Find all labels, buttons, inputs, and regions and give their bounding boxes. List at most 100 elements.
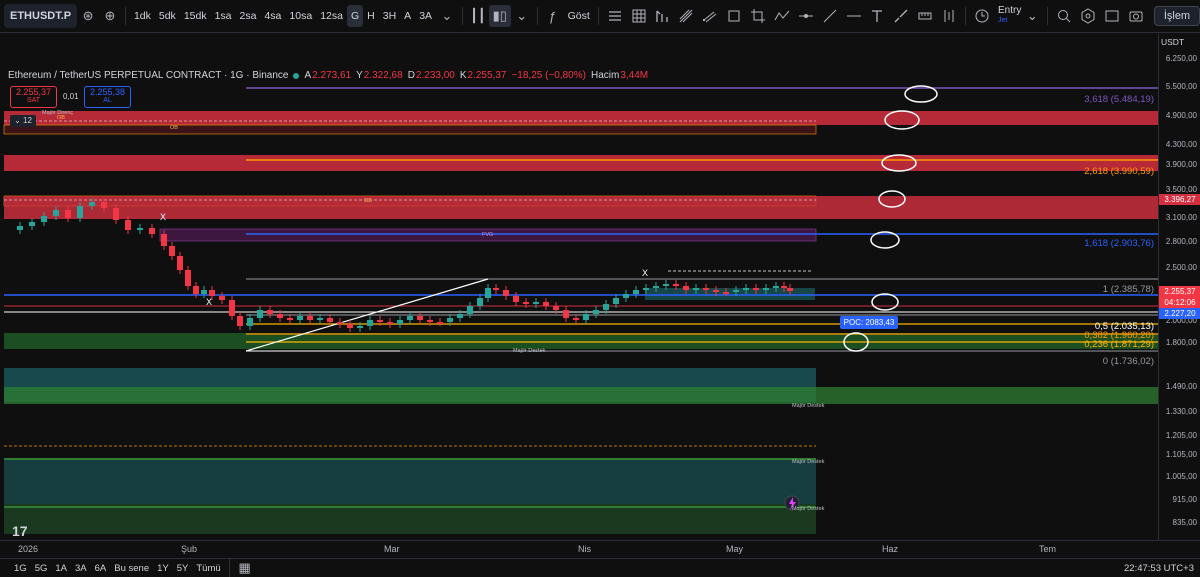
channel-icon[interactable] bbox=[698, 4, 722, 28]
tf-h[interactable]: H bbox=[363, 5, 379, 27]
range-1a[interactable]: 1A bbox=[51, 563, 71, 574]
time-label: 2026 bbox=[18, 544, 39, 554]
crop-icon[interactable] bbox=[746, 4, 770, 28]
candles-icon[interactable]: ▮▯ bbox=[488, 5, 511, 27]
settings-icon[interactable] bbox=[1076, 4, 1100, 28]
tf-g[interactable]: G bbox=[346, 5, 364, 27]
price-label: 1.205,00 bbox=[1165, 431, 1197, 440]
zone-label-ob: OB bbox=[364, 198, 372, 204]
annotation-circle bbox=[871, 293, 899, 311]
bar-chart-icon[interactable]: ┃┃ bbox=[467, 5, 489, 27]
fib-label-0: 0 (1.736,02) bbox=[1102, 356, 1154, 367]
symbol-title[interactable]: Ethereum / TetherUS PERPETUAL CONTRACT ·… bbox=[8, 70, 288, 81]
buy-button[interactable]: 2.255,38 AL bbox=[84, 86, 131, 108]
candle-body bbox=[753, 288, 759, 290]
tf-3a[interactable]: 3A bbox=[415, 5, 436, 27]
candle-body bbox=[713, 290, 719, 292]
range-3a[interactable]: 3A bbox=[71, 563, 91, 574]
range-5g[interactable]: 5G bbox=[31, 563, 52, 574]
pitchfork-icon[interactable] bbox=[674, 4, 698, 28]
candle-body bbox=[523, 302, 529, 304]
range-5y[interactable]: 5Y bbox=[173, 563, 193, 574]
chevron-down-icon[interactable]: ⌄ bbox=[436, 5, 458, 27]
tf-3h[interactable]: 3H bbox=[379, 5, 400, 27]
rectangle-icon[interactable] bbox=[722, 4, 746, 28]
range-1y[interactable]: 1Y bbox=[153, 563, 173, 574]
text-icon[interactable] bbox=[866, 4, 890, 28]
tf-1dk[interactable]: 1dk bbox=[130, 5, 155, 27]
tf-a[interactable]: A bbox=[400, 5, 415, 27]
path-icon[interactable] bbox=[770, 4, 794, 28]
currency-selector[interactable]: USDT bbox=[1161, 37, 1184, 47]
fib-label-2618: 2,618 (3.990,59) bbox=[1084, 166, 1154, 177]
camera-icon[interactable] bbox=[1124, 4, 1148, 28]
ray-icon[interactable] bbox=[842, 4, 866, 28]
measure-icon[interactable] bbox=[913, 4, 937, 28]
fullscreen-icon[interactable] bbox=[1100, 4, 1124, 28]
add-symbol-icon[interactable]: ⊕ bbox=[99, 5, 121, 27]
swing-x-label: X bbox=[642, 268, 649, 278]
tf-15dk[interactable]: 15dk bbox=[180, 5, 211, 27]
time-axis[interactable]: 2026 Şub Mar Nis May Haz Tem bbox=[0, 540, 1200, 558]
candle-body bbox=[787, 288, 793, 291]
search-icon[interactable] bbox=[1052, 4, 1076, 28]
range-ytd[interactable]: Bu sene bbox=[110, 563, 153, 574]
chevron-down-icon[interactable]: ⌄ bbox=[511, 5, 533, 27]
tf-12sa[interactable]: 12sa bbox=[316, 5, 347, 27]
major-support-zone-2 bbox=[4, 387, 1158, 404]
tf-10sa[interactable]: 10sa bbox=[285, 5, 316, 27]
candle-body bbox=[209, 290, 215, 296]
indicators-button[interactable]: Göst bbox=[564, 5, 594, 27]
price-label: 2.500,00 bbox=[1165, 263, 1197, 272]
ob-zone-top bbox=[3, 124, 817, 135]
chart-pane[interactable]: Ethereum / TetherUS PERPETUAL CONTRACT ·… bbox=[0, 34, 1158, 540]
anchored-vwap-icon[interactable] bbox=[937, 4, 961, 28]
sell-button[interactable]: 2.255,37 SAT bbox=[10, 86, 57, 108]
candle-body bbox=[763, 288, 769, 290]
price-label: 3.900,00 bbox=[1165, 160, 1197, 169]
trade-button[interactable]: İşlem bbox=[1153, 6, 1200, 26]
tf-1sa[interactable]: 1sa bbox=[211, 5, 236, 27]
range-1g[interactable]: 1G bbox=[10, 563, 31, 574]
symbol-search[interactable]: ETHUSDT.P bbox=[4, 4, 78, 28]
replay-icon[interactable] bbox=[970, 4, 994, 28]
low-value: 2.233,00 bbox=[415, 70, 455, 81]
tf-4sa[interactable]: 4sa bbox=[260, 5, 285, 27]
tf-2sa[interactable]: 2sa bbox=[236, 5, 261, 27]
horizontal-line-icon[interactable] bbox=[794, 4, 818, 28]
time-label: Tem bbox=[1039, 544, 1057, 554]
grid-icon[interactable] bbox=[627, 4, 651, 28]
high-value: 2.322,68 bbox=[363, 70, 403, 81]
tradingview-logo[interactable]: 17 bbox=[12, 523, 28, 539]
candle-body bbox=[743, 288, 749, 290]
candle-body bbox=[603, 304, 609, 310]
time-label: May bbox=[726, 544, 744, 554]
entry-button[interactable]: Entry Jet bbox=[998, 6, 1021, 26]
range-all[interactable]: Tümü bbox=[192, 563, 224, 574]
tf-5dk[interactable]: 5dk bbox=[155, 5, 180, 27]
chevron-down-icon[interactable]: ⌄ bbox=[1021, 5, 1043, 27]
long-position-icon[interactable] bbox=[651, 4, 675, 28]
candle-body bbox=[125, 220, 131, 230]
candle-body bbox=[327, 318, 333, 322]
price-label: 1.005,00 bbox=[1165, 472, 1197, 481]
candle-body bbox=[533, 302, 539, 304]
chart-canvas[interactable] bbox=[0, 34, 1158, 540]
price-axis[interactable]: USDT 6.250,00 5.500,00 4.900,00 4.300,00… bbox=[1158, 34, 1200, 540]
menu-icon[interactable] bbox=[603, 4, 627, 28]
indicators-icon[interactable]: ƒ bbox=[542, 5, 564, 27]
candle-body bbox=[185, 270, 191, 286]
compare-icon[interactable]: ⊛ bbox=[77, 5, 99, 27]
range-6a[interactable]: 6A bbox=[91, 563, 111, 574]
clock-timezone[interactable]: 22:47:53 UTC+3 bbox=[1124, 563, 1194, 574]
candle-body bbox=[169, 246, 175, 256]
collapse-indicators-button[interactable]: ⌄ 12 bbox=[10, 115, 36, 127]
fib-label-1618: 1,618 (2.903,76) bbox=[1084, 238, 1154, 249]
candle-body bbox=[337, 322, 343, 324]
trendline-icon[interactable] bbox=[818, 4, 842, 28]
brush-icon[interactable] bbox=[889, 4, 913, 28]
calendar-icon[interactable]: ▦ bbox=[234, 557, 256, 577]
buy-label: AL bbox=[103, 97, 112, 104]
candle-body bbox=[663, 284, 669, 286]
candle-body bbox=[161, 234, 167, 246]
